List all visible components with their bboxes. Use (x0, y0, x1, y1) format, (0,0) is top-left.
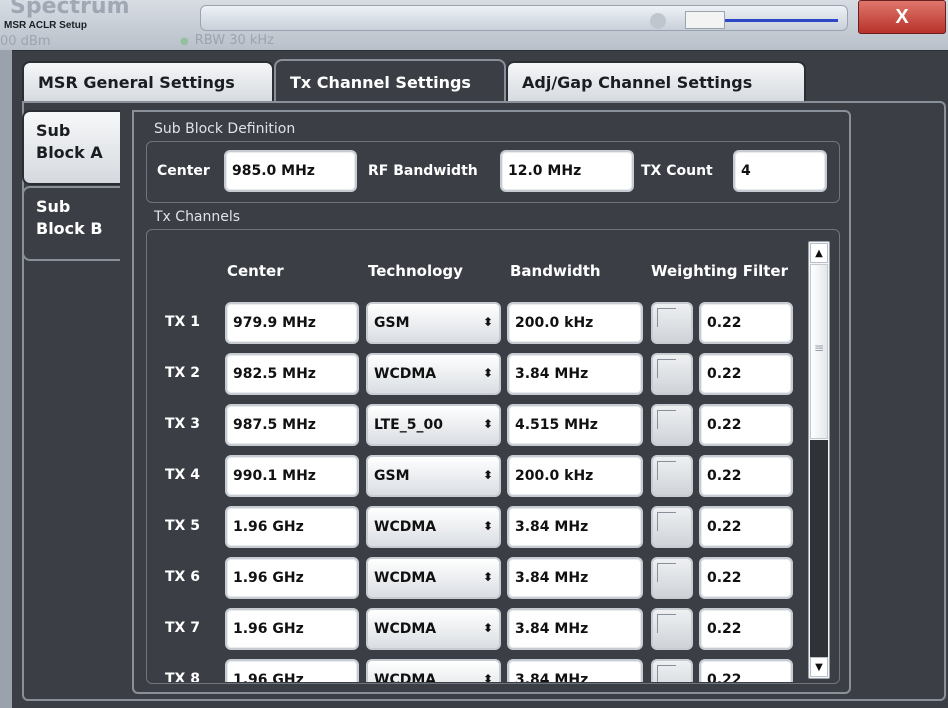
tx-bandwidth-field[interactable]: 200.0 kHz (507, 455, 643, 497)
tx-technology-select[interactable]: GSM ⬍ (366, 302, 501, 344)
table-row-label: TX 5 (165, 518, 200, 534)
updown-arrow-icon: ⬍ (482, 672, 493, 682)
table-row-label: TX 4 (165, 467, 200, 483)
weighting-filter-checkbox[interactable] (651, 404, 693, 446)
tx-technology-select[interactable]: WCDMA ⬍ (366, 353, 501, 395)
tx-technology-value: WCDMA (374, 672, 437, 682)
tx-technology-value: WCDMA (374, 570, 437, 586)
tx-center-field[interactable]: 1.96 GHz (225, 659, 359, 682)
updown-arrow-icon: ⬍ (482, 519, 493, 533)
tx-channel-list: TX 1 979.9 MHz GSM ⬍ 200.0 kHz 0.22 TX 2 982.5 … (146, 230, 806, 682)
triangle-up-icon[interactable]: ▲ (810, 243, 828, 263)
tx-technology-select[interactable]: WCDMA ⬍ (366, 659, 501, 682)
background-toggle-icon (650, 13, 666, 29)
tx-bandwidth-field[interactable]: 3.84 MHz (507, 353, 643, 395)
tx-bandwidth-field[interactable]: 4.515 MHz (507, 404, 643, 446)
weighting-alpha-field[interactable]: 0.22 (699, 353, 793, 395)
tx-center-field[interactable]: 982.5 MHz (225, 353, 359, 395)
tx-technology-value: WCDMA (374, 519, 437, 535)
background-rbw: RBW 30 kHz (180, 33, 274, 48)
weighting-alpha-field[interactable]: 0.22 (699, 506, 793, 548)
updown-arrow-icon: ⬍ (482, 417, 493, 431)
tx-technology-value: GSM (374, 468, 410, 484)
weighting-alpha-field[interactable]: 0.22 (699, 302, 793, 344)
background-ref-level: 00 dBm (0, 34, 51, 49)
tab-msr-general-settings[interactable]: MSR General Settings (22, 61, 274, 101)
table-row-label: TX 3 (165, 416, 200, 432)
table-row-label: TX 2 (165, 365, 200, 381)
table-row-label: TX 8 (165, 671, 200, 682)
background-left-strip (0, 50, 12, 708)
tx-technology-select[interactable]: WCDMA ⬍ (366, 506, 501, 548)
updown-arrow-icon: ⬍ (482, 621, 493, 635)
subtab-sub-block-a[interactable]: Sub Block A (22, 110, 120, 185)
table-row-label: TX 1 (165, 314, 200, 330)
weighting-alpha-field[interactable]: 0.22 (699, 404, 793, 446)
tx-count-field[interactable]: 4 (733, 150, 827, 192)
tx-technology-value: GSM (374, 315, 410, 331)
background-toolbar (200, 5, 848, 31)
tx-count-label: TX Count (641, 163, 713, 179)
tx-bandwidth-field[interactable]: 3.84 MHz (507, 506, 643, 548)
weighting-filter-checkbox[interactable] (651, 557, 693, 599)
tx-technology-select[interactable]: WCDMA ⬍ (366, 557, 501, 599)
tx-technology-value: WCDMA (374, 621, 437, 637)
weighting-filter-checkbox[interactable] (651, 608, 693, 650)
dialog-title: MSR ACLR Setup (4, 20, 87, 31)
rf-bandwidth-field[interactable]: 12.0 MHz (500, 150, 634, 192)
tx-technology-select[interactable]: GSM ⬍ (366, 455, 501, 497)
tx-center-field[interactable]: 1.96 GHz (225, 506, 359, 548)
tx-center-field[interactable]: 1.96 GHz (225, 608, 359, 650)
tx-center-field[interactable]: 987.5 MHz (225, 404, 359, 446)
rf-bandwidth-label: RF Bandwidth (368, 163, 478, 179)
weighting-filter-checkbox[interactable] (651, 455, 693, 497)
subtab-sub-block-b[interactable]: Sub Block B (22, 186, 120, 261)
scrollbar-track[interactable] (810, 440, 828, 658)
table-row-label: TX 7 (165, 620, 200, 636)
background-app-title: Spectrum (10, 0, 130, 19)
updown-arrow-icon: ⬍ (482, 366, 493, 380)
weighting-filter-checkbox[interactable] (651, 506, 693, 548)
updown-arrow-icon: ⬍ (482, 468, 493, 482)
tx-channel-scrollbar[interactable]: ▲ ▼ (808, 241, 830, 679)
weighting-alpha-field[interactable]: 0.22 (699, 455, 793, 497)
tx-technology-value: WCDMA (374, 366, 437, 382)
scrollbar-thumb[interactable] (810, 264, 828, 439)
updown-arrow-icon: ⬍ (482, 570, 493, 584)
tab-adj-gap-channel-settings[interactable]: Adj/Gap Channel Settings (506, 61, 806, 101)
table-row-label: TX 6 (165, 569, 200, 585)
weighting-filter-checkbox[interactable] (651, 302, 693, 344)
background-app-header: Spectrum 00 dBm RBW 30 kHz MSR ACLR Setu… (0, 0, 948, 50)
weighting-filter-checkbox[interactable] (651, 659, 693, 682)
triangle-down-icon[interactable]: ▼ (810, 657, 828, 677)
tx-technology-select[interactable]: WCDMA ⬍ (366, 608, 501, 650)
tx-bandwidth-field[interactable]: 200.0 kHz (507, 302, 643, 344)
weighting-alpha-field[interactable]: 0.22 (699, 557, 793, 599)
background-slider-thumb (685, 11, 725, 29)
tx-technology-value: LTE_5_00 (374, 417, 443, 433)
weighting-filter-checkbox[interactable] (651, 353, 693, 395)
background-slider-line (725, 19, 838, 22)
tx-bandwidth-field[interactable]: 3.84 MHz (507, 608, 643, 650)
tx-center-field[interactable]: 979.9 MHz (225, 302, 359, 344)
updown-arrow-icon: ⬍ (482, 315, 493, 329)
close-button[interactable]: X (858, 0, 946, 34)
tx-bandwidth-field[interactable]: 3.84 MHz (507, 557, 643, 599)
tab-tx-channel-settings[interactable]: Tx Channel Settings (274, 59, 506, 103)
sub-block-definition-title: Sub Block Definition (154, 121, 296, 137)
weighting-alpha-field[interactable]: 0.22 (699, 608, 793, 650)
tx-technology-select[interactable]: LTE_5_00 ⬍ (366, 404, 501, 446)
tx-channels-title: Tx Channels (154, 209, 241, 225)
center-field[interactable]: 985.0 MHz (224, 150, 357, 192)
tx-center-field[interactable]: 990.1 MHz (225, 455, 359, 497)
tx-center-field[interactable]: 1.96 GHz (225, 557, 359, 599)
weighting-alpha-field[interactable]: 0.22 (699, 659, 793, 682)
center-label: Center (157, 163, 210, 179)
tx-bandwidth-field[interactable]: 3.84 MHz (507, 659, 643, 682)
